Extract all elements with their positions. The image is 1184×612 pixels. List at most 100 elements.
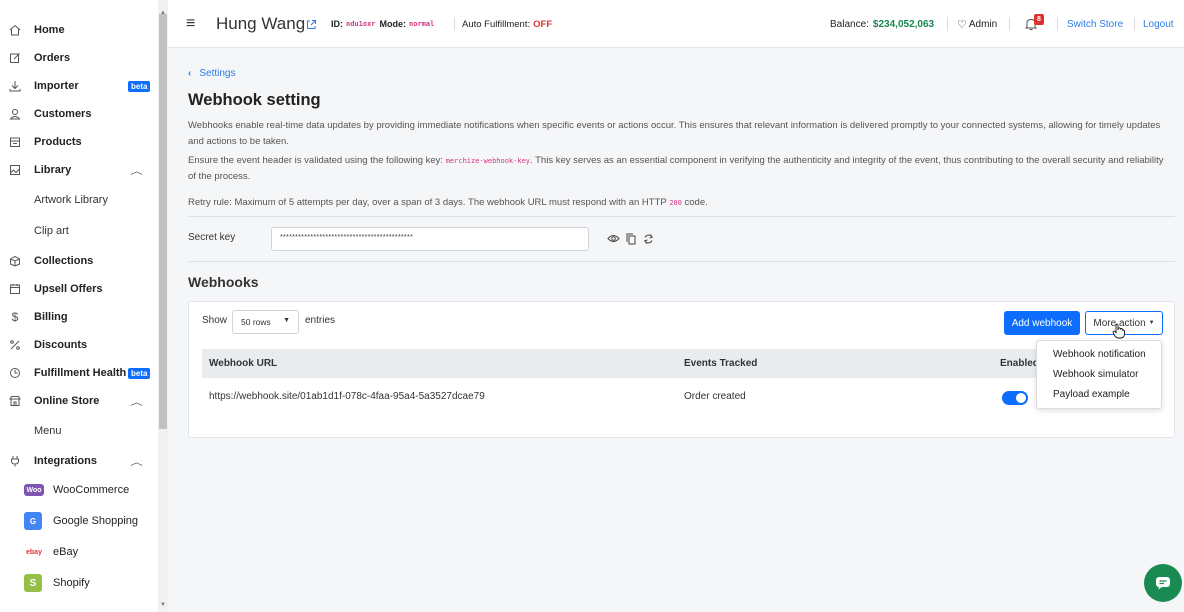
user-icon: [8, 107, 22, 121]
chat-icon: [1156, 577, 1170, 590]
divider: [1057, 17, 1058, 31]
sidebar-item-artwork-library[interactable]: Artwork Library: [0, 187, 158, 213]
sidebar-item-customers[interactable]: Customers: [0, 101, 158, 127]
sidebar-item-integrations[interactable]: Integrations ︿: [0, 448, 158, 474]
divider: [1134, 17, 1135, 31]
toggle-knob: [1016, 393, 1026, 403]
mode-value: normal: [409, 20, 435, 28]
sidebar-item-google-shopping[interactable]: G Google Shopping: [0, 508, 158, 534]
scroll-up-icon[interactable]: ▲: [160, 10, 166, 16]
sidebar-item-collections[interactable]: Collections: [0, 248, 158, 274]
http-code: 200: [669, 199, 682, 207]
rows-per-page-value: 50 rows: [241, 317, 271, 327]
enabled-toggle[interactable]: [1002, 391, 1028, 405]
sidebar-item-ebay[interactable]: ebay eBay: [0, 539, 158, 565]
sidebar-item-online-store[interactable]: Online Store ︿: [0, 388, 158, 414]
sidebar-item-home[interactable]: Home: [0, 17, 158, 43]
sidebar-item-label: Library: [34, 164, 72, 176]
heart-icon: ♡: [957, 18, 967, 31]
external-link-icon[interactable]: [306, 0, 317, 48]
menu-item-webhook-simulator[interactable]: Webhook simulator: [1053, 369, 1138, 380]
description-paragraph-1: Webhooks enable real-time data updates b…: [188, 120, 1161, 147]
sidebar-item-clip-art[interactable]: Clip art: [0, 218, 158, 244]
sidebar-item-importer[interactable]: Importer beta: [0, 73, 158, 99]
table-header: Webhook URL Events Tracked Enabled: [202, 349, 1162, 378]
sidebar-item-label: eBay: [53, 546, 79, 558]
entries-label: entries: [305, 315, 336, 326]
sidebar-item-products[interactable]: Products: [0, 129, 158, 155]
divider: [1009, 17, 1010, 31]
sidebar-item-label: WooCommerce: [53, 484, 130, 496]
store-owner-name: Hung Wang: [216, 14, 306, 33]
id-info: ID: ndu1oxr Mode: normal: [331, 0, 434, 48]
sidebar-item-orders[interactable]: Orders: [0, 45, 158, 71]
back-to-settings-link[interactable]: ‹ Settings: [188, 68, 235, 79]
caret-down-icon: ▼: [283, 317, 290, 324]
sidebar-item-upsell-offers[interactable]: Upsell Offers: [0, 276, 158, 302]
image-icon: [8, 163, 22, 177]
auto-fulfillment-value: OFF: [533, 18, 553, 30]
balance-value: $234,052,063: [872, 18, 935, 30]
sidebar-item-label: Importer: [34, 80, 79, 92]
chevron-up-icon: ︿: [130, 456, 143, 467]
scroll-down-icon[interactable]: ▼: [160, 602, 166, 608]
sidebar-item-label: Artwork Library: [34, 194, 108, 206]
auto-fulfillment-label: Auto Fulfillment:: [462, 18, 531, 30]
secret-key-label: Secret key: [188, 232, 236, 243]
secret-key-input[interactable]: ****************************************…: [271, 227, 589, 251]
auto-fulfillment-status: Auto Fulfillment: OFF: [462, 0, 552, 48]
beta-badge: beta: [128, 367, 151, 379]
regenerate-icon[interactable]: [643, 233, 654, 248]
chat-support-button[interactable]: [1144, 564, 1182, 602]
sidebar-scroll-thumb[interactable]: [159, 14, 167, 429]
more-action-dropdown-menu: Webhook notification Webhook simulator P…: [1036, 340, 1162, 409]
chevron-up-icon: ︿: [130, 396, 143, 407]
top-bar: ≡ Hung Wang ID: ndu1oxr Mode: normal Aut…: [168, 0, 1184, 48]
desc2-prefix: Ensure the event header is validated usi…: [188, 155, 444, 166]
box-icon: [8, 135, 22, 149]
id-label: ID:: [331, 19, 343, 29]
retry-rule-prefix: Retry rule: Maximum of 5 attempts per da…: [188, 197, 667, 208]
notification-bell[interactable]: 8: [1024, 0, 1044, 48]
copy-icon[interactable]: [626, 233, 636, 248]
rows-per-page-select[interactable]: 50 rows ▼: [232, 310, 299, 334]
sidebar-item-fulfillment-health[interactable]: Fulfillment Health beta: [0, 360, 158, 386]
page-title: Webhook setting: [188, 91, 321, 109]
webhook-url-cell: https://webhook.site/01ab1d1f-078c-4faa-…: [209, 390, 485, 402]
sidebar-item-shopify[interactable]: S Shopify: [0, 570, 158, 596]
ebay-logo: ebay: [26, 548, 42, 556]
add-webhook-button[interactable]: Add webhook: [1004, 311, 1080, 335]
sidebar: Home Orders Importer beta Customers Prod…: [0, 0, 168, 612]
tag-icon: [8, 338, 22, 352]
edit-icon: [8, 51, 22, 65]
column-header-events-tracked: Events Tracked: [684, 358, 758, 369]
switch-store-link[interactable]: Switch Store: [1067, 0, 1123, 48]
menu-item-webhook-notification[interactable]: Webhook notification: [1053, 349, 1146, 360]
main-content: ‹ Settings Webhook setting Webhooks enab…: [168, 48, 1184, 612]
sidebar-item-label: Orders: [34, 52, 71, 64]
sidebar-item-label: Menu: [34, 425, 62, 437]
sidebar-item-woocommerce[interactable]: Woo WooCommerce: [0, 477, 158, 503]
sidebar-item-label: Online Store: [34, 395, 100, 407]
chevron-left-icon: ‹: [188, 68, 192, 79]
logout-link[interactable]: Logout: [1143, 0, 1174, 48]
admin-menu[interactable]: ♡ Admin: [957, 0, 997, 48]
sidebar-item-menu[interactable]: Menu: [0, 418, 158, 444]
sidebar-item-label: Shopify: [53, 577, 90, 589]
divider: [188, 261, 1175, 262]
admin-label: Admin: [968, 18, 998, 30]
menu-item-payload-example[interactable]: Payload example: [1053, 389, 1130, 400]
sidebar-item-library[interactable]: Library ︿: [0, 157, 158, 183]
events-tracked-cell: Order created: [684, 390, 746, 402]
webhooks-section-title: Webhooks: [188, 274, 259, 290]
store-icon: [8, 394, 22, 408]
collection-icon: [8, 254, 22, 268]
sidebar-item-label: Fulfillment Health: [34, 367, 127, 379]
sidebar-item-billing[interactable]: $ Billing: [0, 304, 158, 330]
balance-info: Balance: $234,052,063: [830, 0, 934, 48]
show-secret-eye-icon[interactable]: [607, 233, 620, 247]
column-header-enabled: Enabled: [1000, 358, 1039, 369]
sidebar-item-discounts[interactable]: Discounts: [0, 332, 158, 358]
sidebar-item-label: Home: [34, 24, 65, 36]
hamburger-menu-icon[interactable]: ≡: [186, 0, 195, 48]
